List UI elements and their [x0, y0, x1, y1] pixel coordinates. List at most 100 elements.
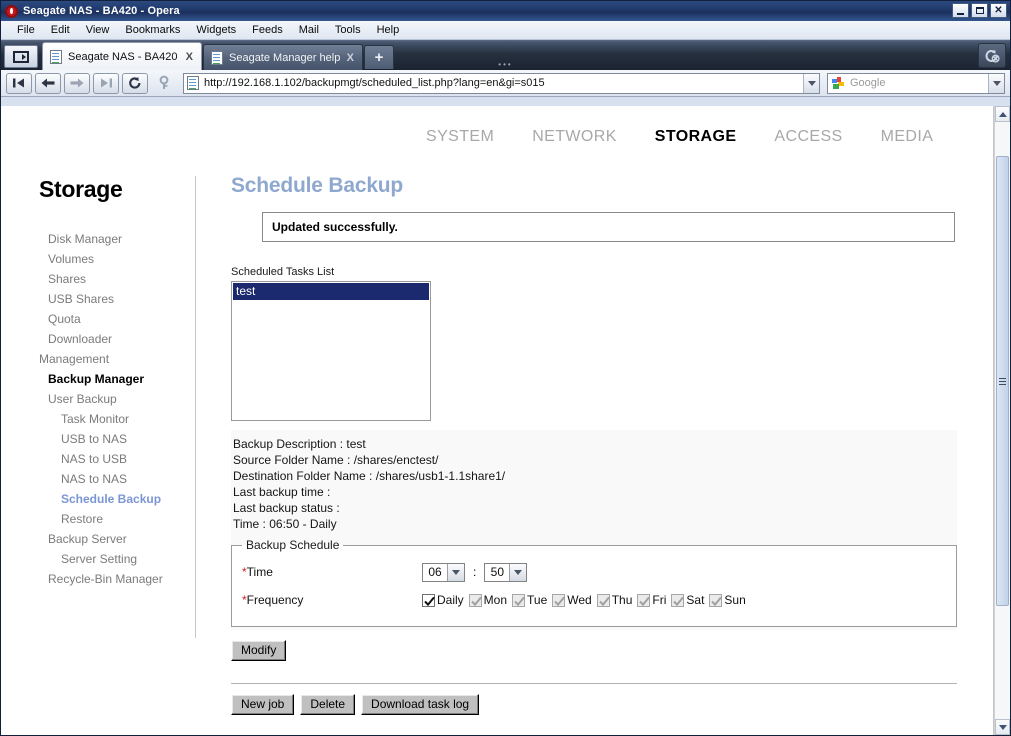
menu-item-widgets[interactable]: Widgets [188, 23, 244, 37]
browser-window: Seagate NAS - BA420 - Opera ✕ File Edit … [0, 0, 1011, 736]
scroll-up-button[interactable] [995, 106, 1010, 122]
tab-label: Seagate Manager help [229, 51, 341, 64]
scheduled-tasks-list-label: Scheduled Tasks List [231, 266, 335, 278]
time-row: *Time 06 : 50 [242, 558, 946, 586]
back-arrow-icon [41, 78, 55, 88]
menu-item-view[interactable]: View [78, 23, 118, 37]
sidebar-item-disk-manager[interactable]: Disk Manager [39, 229, 196, 249]
reload-stop-button[interactable] [978, 43, 1006, 68]
url-bar[interactable]: http://192.168.1.102/backupmgt/scheduled… [183, 72, 820, 94]
frequency-option-sun[interactable]: Sun [709, 593, 746, 607]
menu-item-file[interactable]: File [9, 23, 43, 37]
sidebar-item-downloader[interactable]: Downloader [39, 329, 196, 349]
new-tab-button[interactable]: + [364, 45, 394, 69]
forward-button[interactable] [64, 72, 90, 94]
scheduled-tasks-listbox[interactable]: test [231, 281, 431, 421]
checkbox-checked-disabled-icon [671, 593, 685, 607]
page-favicon-icon [50, 49, 62, 64]
bottom-button-row: New job Delete Download task log [231, 694, 993, 715]
close-button[interactable]: ✕ [990, 3, 1007, 18]
minute-select[interactable]: 50 [484, 562, 528, 582]
chevron-down-icon[interactable] [509, 563, 527, 581]
minimize-button[interactable] [952, 3, 969, 18]
sidebar-item-usb-to-nas[interactable]: USB to NAS [39, 429, 196, 449]
main-content: Schedule Backup Updated successfully. Sc… [196, 168, 993, 735]
panels-toggle-button[interactable] [4, 45, 38, 68]
menu-item-tools[interactable]: Tools [327, 23, 369, 37]
frequency-option-daily[interactable]: Daily [422, 593, 464, 607]
delete-button[interactable]: Delete [300, 694, 356, 715]
frequency-option-fri[interactable]: Fri [637, 593, 666, 607]
maximize-button[interactable] [971, 3, 988, 18]
sidebar-title: Storage [39, 176, 123, 202]
sidebar-item-shares[interactable]: Shares [39, 269, 196, 289]
tab-seagate-nas[interactable]: Seagate NAS - BA420 X [42, 42, 202, 70]
frequency-option-wed[interactable]: Wed [552, 593, 592, 607]
download-task-log-button[interactable]: Download task log [361, 694, 480, 715]
first-page-button[interactable] [6, 72, 32, 94]
chevron-down-icon[interactable] [447, 563, 464, 581]
sidebar-item-backup-manager[interactable]: Backup Manager [39, 369, 196, 389]
sidebar-item-usb-shares[interactable]: USB Shares [39, 289, 196, 309]
frequency-option-thu[interactable]: Thu [596, 593, 632, 607]
last-page-button[interactable] [93, 72, 119, 94]
sidebar-item-task-monitor[interactable]: Task Monitor [39, 409, 196, 429]
wand-button[interactable] [151, 73, 177, 94]
reload-arrow-icon [129, 77, 141, 89]
hour-value: 06 [423, 563, 447, 581]
checkbox-checked-icon[interactable] [422, 593, 435, 607]
menu-item-bookmarks[interactable]: Bookmarks [117, 23, 188, 37]
search-input[interactable]: Google [827, 72, 1005, 94]
frequency-option-label: Mon [483, 593, 508, 607]
sidebar-item-recycle-bin-manager[interactable]: Recycle-Bin Manager [39, 569, 196, 589]
checkbox-checked-disabled-icon [468, 593, 482, 607]
list-item[interactable]: test [233, 283, 429, 300]
reload-button[interactable] [122, 72, 148, 94]
sidebar-item-management[interactable]: Management [39, 349, 196, 369]
sidebar-item-quota[interactable]: Quota [39, 309, 196, 329]
search-dropdown-button[interactable] [988, 73, 1004, 93]
frequency-option-sat[interactable]: Sat [671, 593, 704, 607]
sidebar-item-user-backup[interactable]: User Backup [39, 389, 196, 409]
hour-select[interactable]: 06 [422, 562, 465, 582]
search-placeholder: Google [850, 77, 886, 89]
top-navigation: SYSTEM NETWORK STORAGE ACCESS MEDIA [1, 106, 993, 168]
tab-close-icon[interactable]: X [186, 51, 193, 63]
url-dropdown-button[interactable] [803, 73, 819, 93]
topnav-item-network[interactable]: NETWORK [532, 128, 617, 146]
opera-logo-icon [5, 4, 18, 18]
menu-item-edit[interactable]: Edit [43, 23, 78, 37]
frequency-option-tue[interactable]: Tue [512, 593, 547, 607]
scrollbar-thumb[interactable] [996, 156, 1009, 606]
back-button[interactable] [35, 72, 61, 94]
scroll-down-button[interactable] [995, 719, 1010, 735]
modify-button[interactable]: Modify [231, 640, 287, 661]
menu-item-mail[interactable]: Mail [291, 23, 327, 37]
frequency-label: *Frequency [242, 593, 422, 607]
page-viewport: SYSTEM NETWORK STORAGE ACCESS MEDIA Stor… [1, 106, 1010, 735]
menu-item-feeds[interactable]: Feeds [244, 23, 291, 37]
detail-time-frequency: Time : 06:50 - Daily [233, 517, 337, 531]
sidebar-item-server-setting[interactable]: Server Setting [39, 549, 196, 569]
topnav-item-system[interactable]: SYSTEM [426, 128, 494, 146]
sidebar-item-nas-to-nas[interactable]: NAS to NAS [39, 469, 196, 489]
sidebar: Storage Disk Manager Volumes Shares USB … [1, 168, 196, 735]
tab-close-icon[interactable]: X [347, 52, 354, 64]
topnav-item-access[interactable]: ACCESS [774, 128, 842, 146]
sidebar-item-schedule-backup[interactable]: Schedule Backup [39, 489, 196, 509]
frequency-option-mon[interactable]: Mon [468, 593, 508, 607]
topnav-item-storage[interactable]: STORAGE [655, 128, 737, 146]
new-job-button[interactable]: New job [231, 694, 295, 715]
frequency-option-label: Daily [437, 593, 464, 607]
topnav-item-media[interactable]: MEDIA [881, 128, 934, 146]
menu-item-help[interactable]: Help [369, 23, 408, 37]
sidebar-item-restore[interactable]: Restore [39, 509, 196, 529]
time-separator: : [473, 565, 477, 579]
sidebar-item-backup-server[interactable]: Backup Server [39, 529, 196, 549]
sidebar-item-nas-to-usb[interactable]: NAS to USB [39, 449, 196, 469]
window-title: Seagate NAS - BA420 - Opera [23, 5, 180, 17]
page-scrollbar[interactable] [994, 106, 1010, 735]
tab-seagate-manager-help[interactable]: Seagate Manager help X [203, 44, 363, 70]
backup-schedule-legend: Backup Schedule [246, 538, 340, 552]
sidebar-item-volumes[interactable]: Volumes [39, 249, 196, 269]
